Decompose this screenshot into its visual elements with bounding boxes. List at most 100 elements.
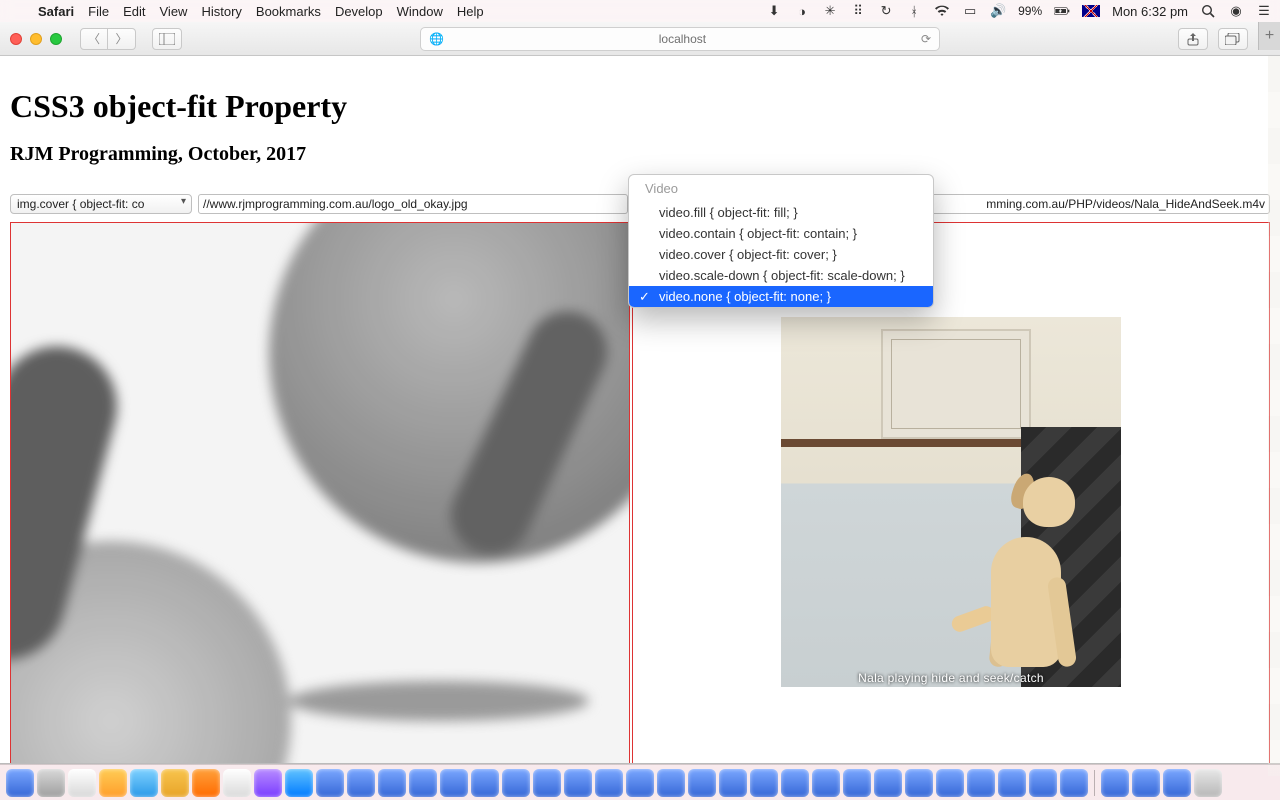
img-objectfit-select[interactable] [10,194,192,214]
input-flag-icon[interactable] [1082,5,1100,17]
dropdown-option[interactable]: video.cover { object-fit: cover; } [629,244,933,265]
clock[interactable]: Mon 6:32 pm [1112,4,1188,19]
dock-app[interactable] [254,769,282,797]
display-icon[interactable]: ▭ [962,3,978,19]
dock-app[interactable] [192,769,220,797]
video-objectfit-dropdown[interactable]: Video video.fill { object-fit: fill; } v… [628,174,934,308]
apple-menu-icon[interactable] [8,3,24,19]
dock-app[interactable] [998,769,1026,797]
dock-app[interactable] [905,769,933,797]
notification-center-icon[interactable]: ☰ [1256,3,1272,19]
menu-help[interactable]: Help [457,4,484,19]
dropdown-option[interactable]: video.contain { object-fit: contain; } [629,223,933,244]
window-controls [10,33,62,45]
download-icon[interactable]: ⬇︎ [766,3,782,19]
menu-extra-icon[interactable]: ◑ [794,3,810,19]
minimize-window-button[interactable] [30,33,42,45]
menu-view[interactable]: View [160,4,188,19]
menu-extra-icon[interactable]: ⠿ [850,3,866,19]
dock-app[interactable] [223,769,251,797]
dock-app[interactable] [1060,769,1088,797]
dock-app[interactable] [378,769,406,797]
wifi-icon[interactable] [934,3,950,19]
sidebar-toggle-button[interactable] [152,28,182,50]
safari-toolbar: 〈 〉 🌐 localhost ⟳ + [0,22,1280,56]
dock-app[interactable] [936,769,964,797]
dropdown-option-selected[interactable]: video.none { object-fit: none; } [629,286,933,307]
dock-app[interactable] [781,769,809,797]
dock-app[interactable] [161,769,189,797]
dock-app[interactable] [285,769,313,797]
page-title: CSS3 object-fit Property [10,88,1270,125]
menu-history[interactable]: History [201,4,241,19]
dock-app[interactable] [1132,769,1160,797]
dock-app[interactable] [657,769,685,797]
dock-app[interactable] [1029,769,1057,797]
dock-app[interactable] [1101,769,1129,797]
safari-window: 〈 〉 🌐 localhost ⟳ + CSS3 object-fit Prop… [0,22,1280,764]
menu-edit[interactable]: Edit [123,4,145,19]
dock-app[interactable] [533,769,561,797]
site-info-icon[interactable]: 🌐 [429,32,444,46]
dock-app[interactable] [347,769,375,797]
dock-app[interactable] [316,769,344,797]
back-button[interactable]: 〈 [80,28,108,50]
dock-separator [1094,770,1095,796]
siri-icon[interactable]: ◉ [1228,3,1244,19]
dock-app[interactable] [6,769,34,797]
dock-app[interactable] [471,769,499,797]
address-bar[interactable]: 🌐 localhost ⟳ [420,27,940,51]
dock-app[interactable] [564,769,592,797]
page-subtitle: RJM Programming, October, 2017 [10,143,1270,166]
address-host: localhost [450,32,915,46]
bluetooth-icon[interactable]: ᚼ [906,3,922,19]
demo-video[interactable]: Nala playing hide and seek/catch [781,317,1121,687]
new-tab-button[interactable]: + [1258,22,1280,50]
dock-app[interactable] [99,769,127,797]
dock-trash[interactable] [1194,769,1222,797]
demo-image [11,223,629,763]
dock-app[interactable] [874,769,902,797]
img-url-input[interactable] [198,194,628,214]
dock-app[interactable] [37,769,65,797]
dock-app[interactable] [440,769,468,797]
menu-develop[interactable]: Develop [335,4,383,19]
page-viewport: CSS3 object-fit Property RJM Programming… [0,56,1280,763]
spotlight-icon[interactable] [1200,3,1216,19]
dock-app[interactable] [719,769,747,797]
dock-app[interactable] [688,769,716,797]
fullscreen-window-button[interactable] [50,33,62,45]
dropdown-option[interactable]: video.fill { object-fit: fill; } [629,202,933,223]
dock-app[interactable] [502,769,530,797]
image-panel [10,222,630,763]
menu-extra-icon[interactable]: ✳︎ [822,3,838,19]
menu-file[interactable]: File [88,4,109,19]
dock-app[interactable] [595,769,623,797]
dock-app[interactable] [1163,769,1191,797]
dock-app[interactable] [68,769,96,797]
dock-app[interactable] [130,769,158,797]
battery-percent: 99% [1018,4,1042,18]
dropdown-option[interactable]: video.scale-down { object-fit: scale-dow… [629,265,933,286]
volume-icon[interactable]: 🔊 [990,3,1006,19]
dock-app[interactable] [843,769,871,797]
tabs-button[interactable] [1218,28,1248,50]
dock-app[interactable] [626,769,654,797]
reload-icon[interactable]: ⟳ [921,32,931,46]
macos-menubar: Safari File Edit View History Bookmarks … [0,0,1280,22]
menu-bookmarks[interactable]: Bookmarks [256,4,321,19]
dock-app[interactable] [812,769,840,797]
dock-app[interactable] [750,769,778,797]
menu-window[interactable]: Window [397,4,443,19]
dock [0,764,1280,800]
forward-button[interactable]: 〉 [108,28,136,50]
timemachine-icon[interactable]: ↻ [878,3,894,19]
battery-icon[interactable] [1054,3,1070,19]
dropdown-group-label: Video [629,175,933,202]
dock-app[interactable] [409,769,437,797]
dock-app[interactable] [967,769,995,797]
background-window-edge [1268,56,1280,776]
app-name[interactable]: Safari [38,4,74,19]
share-button[interactable] [1178,28,1208,50]
close-window-button[interactable] [10,33,22,45]
